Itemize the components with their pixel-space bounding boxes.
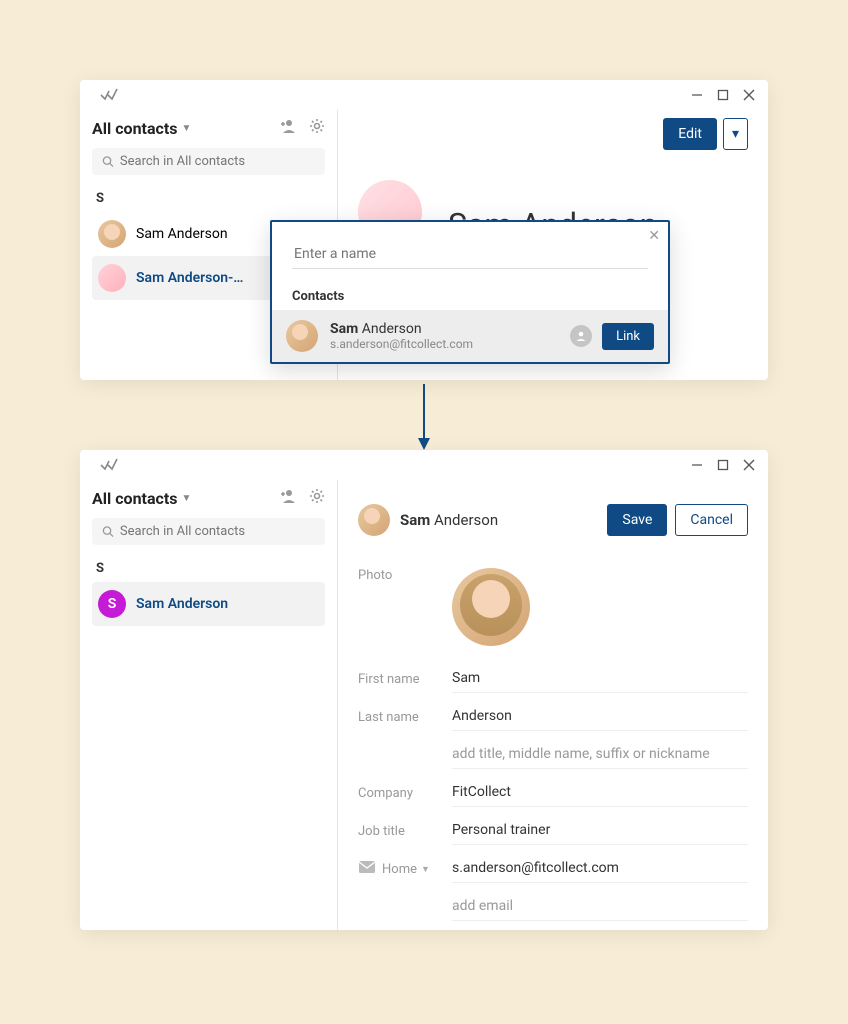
result-email: s.anderson@fitcollect.com bbox=[330, 337, 473, 351]
search-field[interactable] bbox=[120, 524, 315, 539]
flow-arrow bbox=[414, 384, 434, 452]
cancel-button[interactable]: Cancel bbox=[675, 504, 748, 536]
lastname-input[interactable]: Anderson bbox=[452, 704, 748, 731]
search-input[interactable] bbox=[92, 518, 325, 545]
window-after: All contacts ▼ S S Sam Anderson Sam Ande… bbox=[80, 450, 768, 930]
avatar bbox=[98, 220, 126, 248]
person-icon bbox=[570, 325, 592, 347]
email-input[interactable]: s.anderson@fitcollect.com bbox=[452, 856, 748, 883]
sidebar: All contacts ▼ S S Sam Anderson bbox=[80, 480, 338, 930]
email-icon bbox=[358, 860, 376, 878]
section-letter: S bbox=[92, 187, 325, 212]
gear-icon[interactable] bbox=[309, 488, 325, 508]
edit-dropdown-button[interactable]: ▾ bbox=[723, 118, 748, 150]
section-letter: S bbox=[92, 557, 325, 582]
firstname-label: First name bbox=[358, 672, 452, 687]
contact-name: Sam Anderson bbox=[136, 596, 228, 612]
search-icon bbox=[102, 155, 114, 168]
lastname-label: Last name bbox=[358, 710, 452, 725]
photo-label: Photo bbox=[358, 568, 452, 583]
avatar bbox=[286, 320, 318, 352]
save-button[interactable]: Save bbox=[607, 504, 667, 536]
close-icon[interactable]: ✕ bbox=[648, 228, 660, 244]
app-logo-icon bbox=[100, 86, 118, 105]
titlebar bbox=[80, 80, 768, 110]
contact-form: Photo First name Sam Last name Anderson … bbox=[358, 568, 748, 930]
close-icon[interactable] bbox=[742, 458, 756, 472]
minimize-icon[interactable] bbox=[690, 458, 704, 472]
avatar bbox=[98, 264, 126, 292]
chevron-down-icon[interactable]: ▼ bbox=[181, 493, 191, 504]
popup-section-title: Contacts bbox=[272, 279, 668, 310]
search-input[interactable] bbox=[92, 148, 325, 175]
edit-button[interactable]: Edit bbox=[663, 118, 717, 150]
firstname-input[interactable]: Sam bbox=[452, 666, 748, 693]
extra-name-input[interactable]: add title, middle name, suffix or nickna… bbox=[452, 742, 748, 769]
add-contact-icon[interactable] bbox=[279, 488, 297, 508]
email-type-select[interactable]: Home bbox=[382, 862, 417, 877]
main-panel: Sam Anderson Save Cancel Photo First nam… bbox=[338, 480, 768, 930]
avatar: S bbox=[98, 590, 126, 618]
search-field[interactable] bbox=[120, 154, 315, 169]
window-before: All contacts ▼ S Sam Anderson Sam Anders… bbox=[80, 80, 768, 380]
add-contact-icon[interactable] bbox=[279, 118, 297, 138]
contact-name: Sam Anderson bbox=[136, 226, 228, 242]
jobtitle-label: Job title bbox=[358, 824, 452, 839]
contact-name: Sam Anderson-… bbox=[136, 270, 243, 286]
close-icon[interactable] bbox=[742, 88, 756, 102]
search-icon bbox=[102, 525, 114, 538]
company-label: Company bbox=[358, 786, 452, 801]
titlebar bbox=[80, 450, 768, 480]
gear-icon[interactable] bbox=[309, 118, 325, 138]
link-button[interactable]: Link bbox=[602, 323, 654, 350]
jobtitle-input[interactable]: Personal trainer bbox=[452, 818, 748, 845]
photo-avatar[interactable] bbox=[452, 568, 530, 646]
name-input[interactable] bbox=[292, 242, 648, 269]
company-input[interactable]: FitCollect bbox=[452, 780, 748, 807]
add-email-input[interactable]: add email bbox=[452, 894, 748, 921]
sidebar-title[interactable]: All contacts bbox=[92, 489, 177, 508]
sidebar-title[interactable]: All contacts bbox=[92, 119, 177, 138]
edit-header: Sam Anderson Save Cancel bbox=[358, 496, 748, 544]
maximize-icon[interactable] bbox=[716, 458, 730, 472]
result-name: Sam Anderson bbox=[330, 321, 473, 337]
avatar bbox=[358, 504, 390, 536]
header-name: Sam Anderson bbox=[400, 511, 498, 529]
contact-item[interactable]: S Sam Anderson bbox=[92, 582, 325, 626]
app-logo-icon bbox=[100, 456, 118, 475]
maximize-icon[interactable] bbox=[716, 88, 730, 102]
minimize-icon[interactable] bbox=[690, 88, 704, 102]
contact-result[interactable]: Sam Anderson s.anderson@fitcollect.com L… bbox=[272, 310, 668, 362]
chevron-down-icon[interactable]: ▼ bbox=[181, 123, 191, 134]
chevron-down-icon[interactable]: ▼ bbox=[421, 864, 430, 875]
link-contact-popup: ✕ Contacts Sam Anderson s.anderson@fitco… bbox=[270, 220, 670, 364]
